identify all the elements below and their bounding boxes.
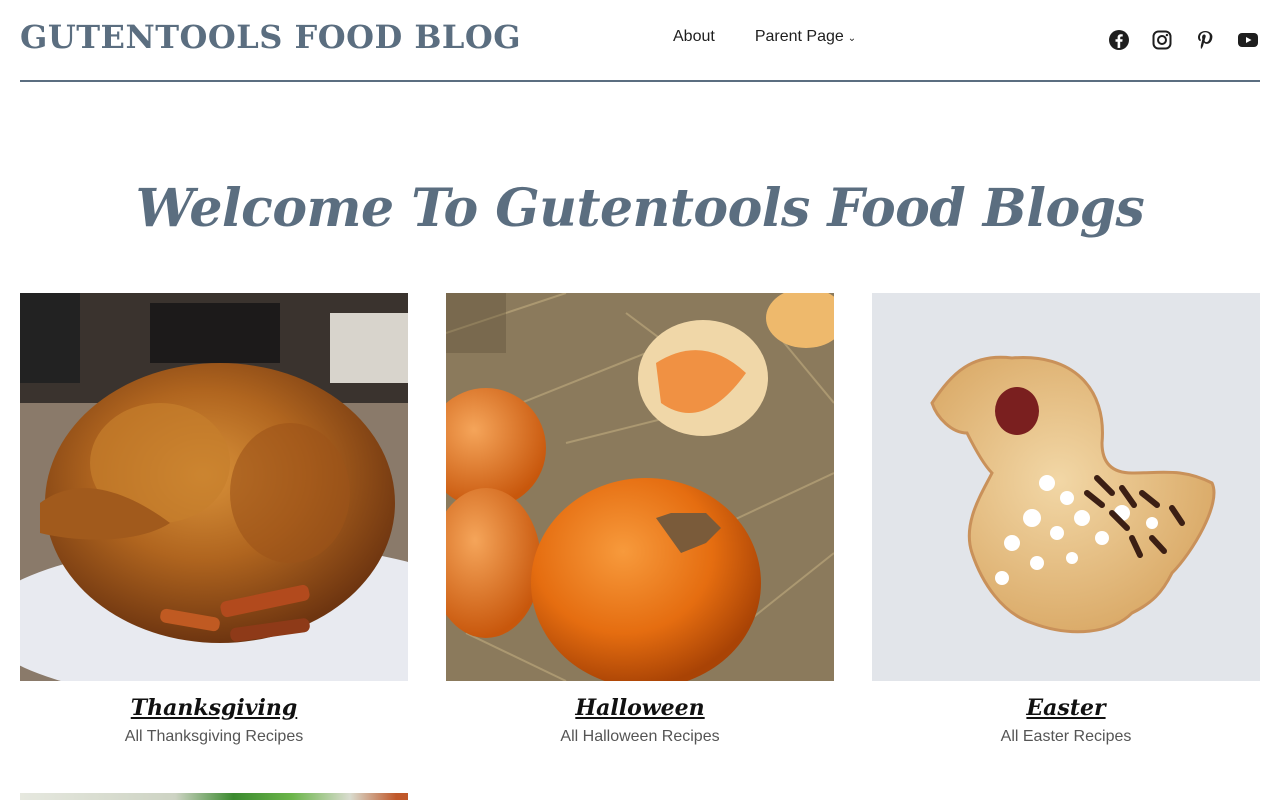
chevron-down-icon: ⌄ <box>847 33 857 44</box>
roast-turkey-image[interactable] <box>20 293 408 681</box>
nav-item-label: Parent Page <box>754 28 844 45</box>
facebook-icon[interactable] <box>1107 28 1131 52</box>
card-subtitle: All Halloween Recipes <box>560 728 720 745</box>
category-card-easter: Easter All Easter Recipes <box>872 293 1260 746</box>
category-card-thanksgiving: Thanksgiving All Thanksgiving Recipes <box>20 293 408 746</box>
duck-cookie-image[interactable] <box>872 293 1260 681</box>
category-card-image-partial[interactable] <box>20 793 408 800</box>
site-title[interactable]: GUTENTOOLS FOOD BLOG <box>20 18 521 56</box>
pumpkins-image[interactable] <box>446 293 834 681</box>
card-subtitle: All Thanksgiving Recipes <box>124 728 304 745</box>
nav-item-parent-page[interactable]: Parent Page ⌄ <box>755 28 856 46</box>
card-title[interactable]: Easter <box>872 695 1260 721</box>
category-card-halloween: Halloween All Halloween Recipes <box>446 293 834 746</box>
card-subtitle: All Easter Recipes <box>1000 728 1132 745</box>
youtube-icon[interactable] <box>1236 28 1260 52</box>
main-navigation: About Parent Page ⌄ <box>673 28 856 46</box>
card-title[interactable]: Halloween <box>446 695 834 721</box>
page-title: Welcome To Gutentools Food Blogs <box>135 178 1145 239</box>
nav-item-about[interactable]: About <box>673 28 715 46</box>
instagram-icon[interactable] <box>1150 28 1174 52</box>
pinterest-icon[interactable] <box>1193 28 1217 52</box>
card-title[interactable]: Thanksgiving <box>20 695 408 721</box>
nav-item-label: About <box>673 28 715 45</box>
social-links <box>1107 28 1260 52</box>
site-header: GUTENTOOLS FOOD BLOG About Parent Page ⌄ <box>20 0 1260 82</box>
